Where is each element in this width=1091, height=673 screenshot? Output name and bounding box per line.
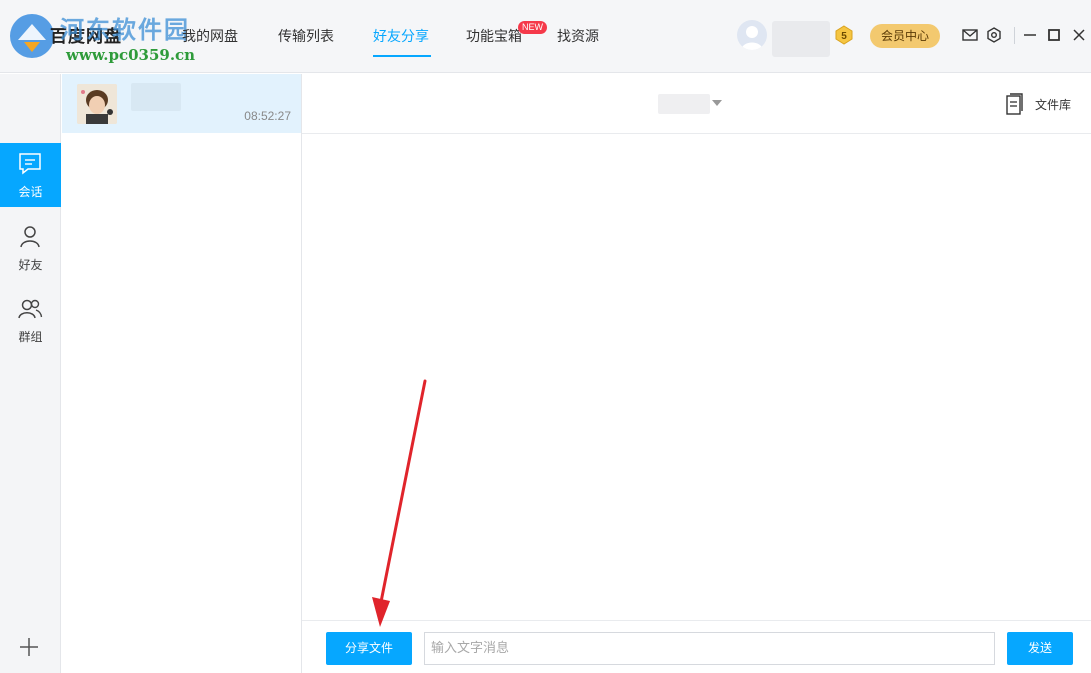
- rail-label-conversations: 会话: [18, 185, 43, 199]
- plus-icon[interactable]: [17, 635, 41, 659]
- user-avatar[interactable]: [737, 20, 767, 50]
- level-badge-icon: 5: [835, 25, 853, 45]
- share-file-button[interactable]: 分享文件: [326, 632, 412, 665]
- watermark-url: www.pc0359.cn: [66, 46, 196, 64]
- chat-composer: 分享文件 发送: [302, 620, 1091, 673]
- rail-item-friends[interactable]: 好友: [0, 216, 61, 280]
- titlebar-divider: [1014, 27, 1015, 44]
- message-input[interactable]: [424, 632, 995, 665]
- chat-icon: [19, 153, 41, 175]
- rail-item-groups[interactable]: 群组: [0, 288, 61, 352]
- tab-my-disk[interactable]: 我的网盘: [182, 26, 238, 46]
- side-rail: 会话 好友 群组: [0, 74, 61, 673]
- send-button[interactable]: 发送: [1007, 632, 1073, 665]
- chat-panel: 文件库 分享文件 发送: [302, 74, 1091, 673]
- new-badge: NEW: [518, 21, 547, 34]
- app-logo-icon: [10, 14, 54, 58]
- rail-item-conversations[interactable]: 会话: [0, 143, 61, 207]
- chat-header: 文件库: [302, 74, 1091, 134]
- conversation-item[interactable]: 08:52:27: [62, 74, 301, 133]
- tab-find-resources[interactable]: 找资源: [557, 26, 599, 46]
- chat-title-redacted[interactable]: [658, 94, 710, 114]
- active-tab-indicator: [373, 55, 431, 57]
- contact-photo-icon: [77, 84, 117, 124]
- file-library-label[interactable]: 文件库: [1035, 96, 1071, 113]
- rail-label-friends: 好友: [18, 258, 43, 272]
- contact-avatar: [77, 84, 117, 124]
- username-redacted[interactable]: [772, 21, 830, 57]
- settings-icon[interactable]: [985, 26, 1003, 44]
- conversation-time: 08:52:27: [244, 109, 291, 123]
- minimize-icon[interactable]: [1021, 26, 1039, 44]
- maximize-icon[interactable]: [1045, 26, 1063, 44]
- file-library-icon[interactable]: [1004, 93, 1024, 115]
- tab-friend-share[interactable]: 好友分享: [373, 26, 429, 46]
- top-bar: 百度网盘 河东软件园 www.pc0359.cn 我的网盘 传输列表 好友分享 …: [0, 0, 1091, 73]
- watermark-title: 河东软件园: [60, 15, 190, 44]
- conversation-list: 08:52:27: [62, 74, 302, 673]
- tab-transfer-list[interactable]: 传输列表: [278, 26, 334, 46]
- mail-icon[interactable]: [961, 26, 979, 44]
- tab-toolbox[interactable]: 功能宝箱: [466, 26, 522, 46]
- level-number: 5: [841, 31, 847, 42]
- vip-center-button[interactable]: 会员中心: [870, 24, 940, 48]
- rail-label-groups: 群组: [18, 330, 43, 344]
- contact-name-redacted: [131, 83, 181, 111]
- group-icon: [18, 299, 43, 319]
- person-icon: [20, 226, 40, 248]
- default-avatar-icon: [741, 26, 763, 50]
- close-icon[interactable]: [1070, 26, 1088, 44]
- chevron-down-icon[interactable]: [712, 100, 722, 106]
